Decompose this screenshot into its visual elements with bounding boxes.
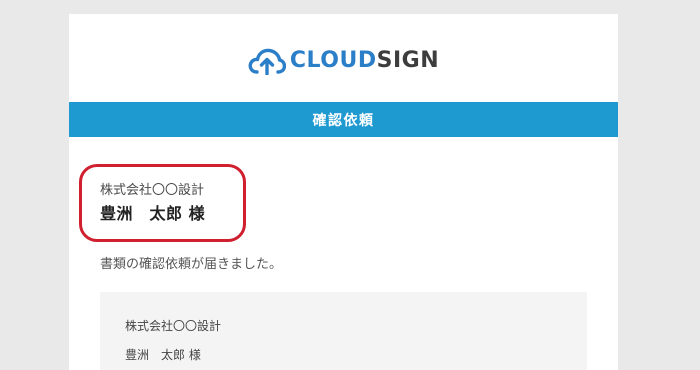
header-bar: 確認依頼: [69, 102, 618, 137]
email-card: CLOUDSIGN 確認依頼 株式会社〇〇設計 豊洲 太郎 様 書類の確認依頼が…: [69, 14, 618, 370]
recipient-block: 株式会社〇〇設計 豊洲 太郎 様: [100, 182, 205, 224]
notification-message: 書類の確認依頼が届きました。: [100, 257, 283, 272]
detail-box: 株式会社〇〇設計 豊洲 太郎 様: [100, 292, 587, 370]
detail-company: 株式会社〇〇設計: [125, 319, 222, 333]
logo-wordmark: CLOUDSIGN: [290, 50, 439, 72]
detail-name: 豊洲 太郎 様: [125, 348, 201, 362]
cloudsign-logo: CLOUDSIGN: [69, 44, 618, 78]
recipient-name: 豊洲 太郎 様: [100, 204, 206, 223]
logo-text-cloud: CLOUD: [289, 48, 377, 73]
recipient-company: 株式会社〇〇設計: [100, 183, 205, 198]
header-title: 確認依頼: [312, 112, 375, 129]
logo-text-sign: SIGN: [376, 48, 440, 73]
cloud-upload-icon: [248, 48, 286, 75]
